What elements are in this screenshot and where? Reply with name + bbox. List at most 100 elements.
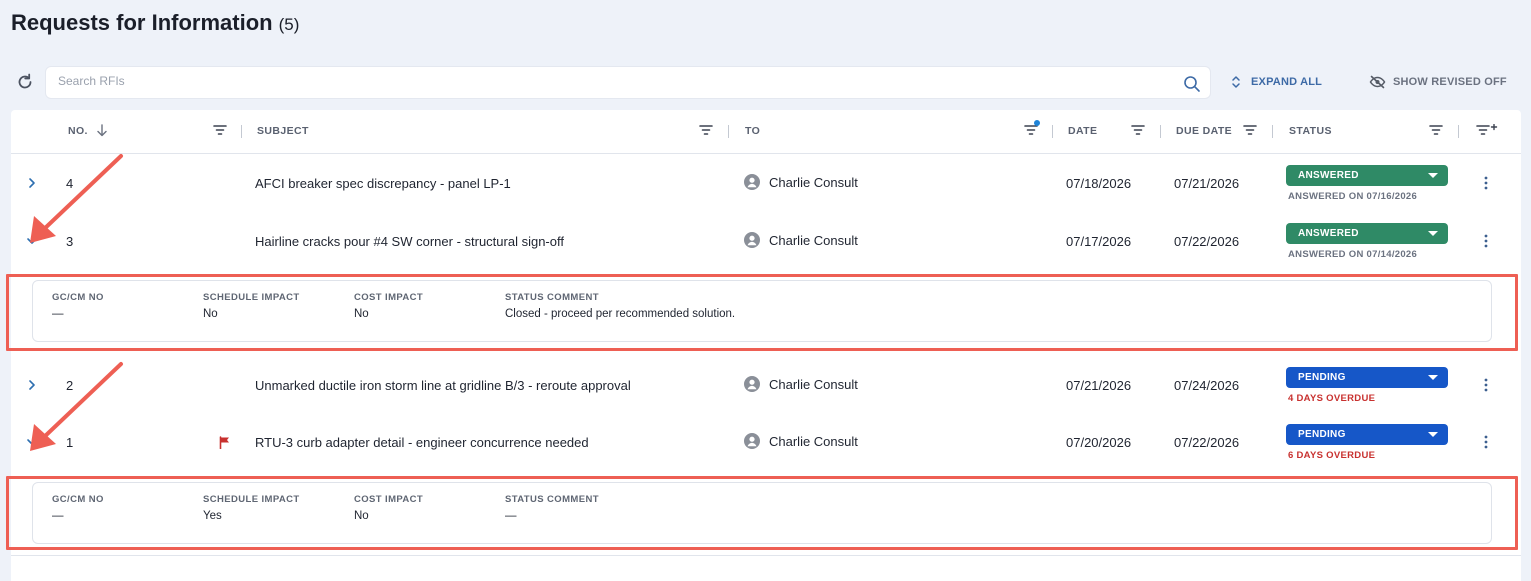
status-note: ANSWERED ON 07/16/2026 — [1288, 191, 1418, 202]
rfi-subject[interactable]: RTU-3 curb adapter detail - engineer con… — [255, 435, 589, 450]
rfi-date: 07/17/2026 — [1066, 234, 1132, 249]
status-dropdown[interactable]: PENDING — [1286, 367, 1448, 388]
column-header-status[interactable]: STATUS — [1289, 125, 1332, 137]
sort-down-icon[interactable] — [96, 124, 108, 137]
table-row[interactable]: 4 AFCI breaker spec discrepancy - panel … — [11, 154, 1521, 212]
table-row[interactable]: 1 RTU-3 curb adapter detail - engineer c… — [11, 413, 1521, 471]
expand-icon — [1232, 76, 1240, 88]
user-icon — [744, 376, 760, 392]
show-revised-toggle[interactable]: SHOW REVISED OFF — [1369, 72, 1507, 92]
user-icon — [744, 232, 760, 248]
kebab-icon[interactable] — [1482, 377, 1490, 393]
kebab-icon[interactable] — [1482, 434, 1490, 450]
kebab-icon[interactable] — [1482, 233, 1490, 249]
search-input[interactable] — [58, 74, 1158, 88]
status-label: ANSWERED — [1298, 228, 1359, 239]
rfi-due-date: 07/22/2026 — [1174, 435, 1240, 450]
rfi-recipient: Charlie Consult — [744, 376, 858, 392]
detail-label-comment: STATUS COMMENT — [505, 494, 599, 505]
column-header-due-date[interactable]: DUE DATE — [1176, 125, 1232, 137]
rfi-number: 4 — [66, 176, 74, 191]
eye-off-icon — [1369, 75, 1386, 89]
column-separator — [1052, 125, 1053, 138]
detail-label-schedule: SCHEDULE IMPACT — [203, 494, 300, 505]
chevron-down-icon[interactable] — [25, 435, 39, 449]
table-row[interactable]: 3 Hairline cracks pour #4 SW corner - st… — [11, 212, 1521, 270]
column-separator — [1458, 125, 1459, 138]
filter-icon[interactable] — [213, 124, 227, 136]
filter-icon[interactable] — [1131, 124, 1145, 136]
detail-value-cost: No — [354, 510, 369, 522]
status-note: ANSWERED ON 07/14/2026 — [1288, 249, 1418, 260]
rfi-detail-panel: GC/CM NO — SCHEDULE IMPACT Yes COST IMPA… — [32, 482, 1492, 544]
rfi-count: (5) — [278, 15, 300, 34]
rfi-due-date: 07/24/2026 — [1174, 378, 1240, 393]
refresh-icon[interactable] — [15, 72, 35, 92]
status-dropdown[interactable]: ANSWERED — [1286, 165, 1448, 186]
detail-label-gccm: GC/CM NO — [52, 494, 104, 505]
filter-icon[interactable] — [1243, 124, 1257, 136]
expand-all-button[interactable]: EXPAND ALL — [1231, 72, 1322, 92]
filter-icon[interactable] — [1429, 124, 1443, 136]
search-box — [45, 66, 1211, 99]
detail-label-cost: COST IMPACT — [354, 292, 424, 303]
rfi-detail-panel: GC/CM NO — SCHEDULE IMPACT No COST IMPAC… — [32, 280, 1492, 342]
detail-label-gccm: GC/CM NO — [52, 292, 104, 303]
status-dropdown[interactable]: ANSWERED — [1286, 223, 1448, 244]
rfi-table: NO. SUBJECT TO DATE DUE DATE STATUS 4 AF… — [11, 110, 1521, 581]
table-header: NO. SUBJECT TO DATE DUE DATE STATUS — [11, 110, 1521, 154]
caret-down-icon — [1428, 375, 1438, 380]
overdue-note: 4 DAYS OVERDUE — [1288, 393, 1376, 404]
detail-value-gccm: — — [52, 308, 64, 320]
recipient-name: Charlie Consult — [769, 174, 858, 190]
status-label: ANSWERED — [1298, 170, 1359, 181]
detail-value-cost: No — [354, 308, 369, 320]
filter-icon[interactable] — [699, 124, 713, 136]
add-filter-icon[interactable] — [1476, 124, 1498, 136]
chevron-right-icon[interactable] — [25, 176, 39, 190]
table-divider — [11, 555, 1521, 556]
rfi-date: 07/20/2026 — [1066, 435, 1132, 450]
column-separator — [728, 125, 729, 138]
rfi-subject[interactable]: AFCI breaker spec discrepancy - panel LP… — [255, 176, 511, 191]
status-label: PENDING — [1298, 429, 1346, 440]
column-header-to[interactable]: TO — [745, 125, 760, 137]
caret-down-icon — [1428, 432, 1438, 437]
detail-value-comment: Closed - proceed per recommended solutio… — [505, 308, 736, 320]
chevron-right-icon[interactable] — [25, 378, 39, 392]
page-title-text: Requests for Information — [11, 10, 273, 35]
user-icon — [744, 433, 760, 449]
show-revised-label: SHOW REVISED OFF — [1393, 76, 1507, 88]
detail-value-gccm: — — [52, 510, 64, 522]
rfi-recipient: Charlie Consult — [744, 174, 858, 190]
user-icon — [744, 174, 760, 190]
detail-label-cost: COST IMPACT — [354, 494, 424, 505]
kebab-icon[interactable] — [1482, 175, 1490, 191]
column-header-subject[interactable]: SUBJECT — [257, 125, 309, 137]
rfi-subject[interactable]: Hairline cracks pour #4 SW corner - stru… — [255, 234, 564, 249]
table-row[interactable]: 2 Unmarked ductile iron storm line at gr… — [11, 356, 1521, 414]
detail-label-schedule: SCHEDULE IMPACT — [203, 292, 300, 303]
column-separator — [1160, 125, 1161, 138]
recipient-name: Charlie Consult — [769, 232, 858, 248]
rfi-number: 2 — [66, 378, 74, 393]
detail-value-schedule: Yes — [203, 510, 222, 522]
page-title: Requests for Information (5) — [11, 10, 299, 36]
rfi-due-date: 07/22/2026 — [1174, 234, 1240, 249]
rfi-date: 07/21/2026 — [1066, 378, 1132, 393]
column-separator — [1272, 125, 1273, 138]
detail-label-comment: STATUS COMMENT — [505, 292, 599, 303]
search-icon[interactable] — [1182, 74, 1202, 94]
status-dropdown[interactable]: PENDING — [1286, 424, 1448, 445]
chevron-down-icon[interactable] — [25, 234, 39, 248]
column-separator — [241, 125, 242, 138]
detail-value-schedule: No — [203, 308, 218, 320]
overdue-note: 6 DAYS OVERDUE — [1288, 450, 1376, 461]
active-filter-dot — [1034, 120, 1040, 126]
caret-down-icon — [1428, 231, 1438, 236]
column-header-no[interactable]: NO. — [68, 125, 88, 137]
caret-down-icon — [1428, 173, 1438, 178]
rfi-date: 07/18/2026 — [1066, 176, 1132, 191]
column-header-date[interactable]: DATE — [1068, 125, 1097, 137]
rfi-subject[interactable]: Unmarked ductile iron storm line at grid… — [255, 378, 631, 393]
